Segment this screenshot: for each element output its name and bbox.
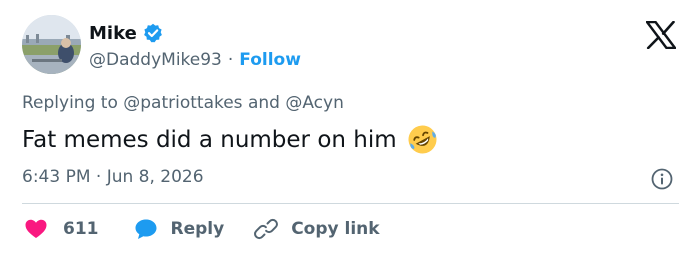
heart-icon[interactable] (24, 217, 48, 241)
tweet-text-row: Fat memes did a number on him (22, 124, 438, 155)
author-handle[interactable]: @DaddyMike93 (89, 50, 222, 70)
action-bar: 611 Reply Copy link (22, 216, 380, 242)
x-logo-icon[interactable] (645, 20, 677, 50)
divider (22, 203, 679, 204)
tweet-card: Mike @DaddyMike93 · Follow Replying to @… (0, 0, 700, 256)
author-name[interactable]: Mike (89, 23, 137, 44)
like-count: 611 (63, 219, 99, 239)
like-button[interactable]: 611 (22, 217, 99, 241)
timestamp[interactable]: 6:43 PM · Jun 8, 2026 (22, 167, 204, 187)
reply-context: Replying to @patriottakes and @Acyn (22, 93, 344, 113)
reply-label: Reply (170, 219, 225, 239)
reply-button[interactable]: Reply (134, 217, 225, 241)
verified-badge-icon (143, 23, 163, 43)
tweet-text: Fat memes did a number on him (22, 126, 397, 153)
follow-button[interactable]: Follow (239, 50, 301, 70)
copy-link-button[interactable]: Copy link (254, 217, 380, 241)
info-icon[interactable] (651, 168, 673, 190)
avatar[interactable] (22, 15, 81, 74)
link-icon[interactable] (254, 217, 279, 241)
separator-dot: · (227, 50, 234, 70)
reply-bubble-icon[interactable] (134, 217, 158, 241)
rolling-on-floor-laughing-emoji-icon (407, 124, 438, 155)
author-name-row: Mike (89, 22, 163, 44)
author-handle-row: @DaddyMike93 · Follow (89, 49, 301, 71)
copy-link-label: Copy link (291, 219, 380, 239)
